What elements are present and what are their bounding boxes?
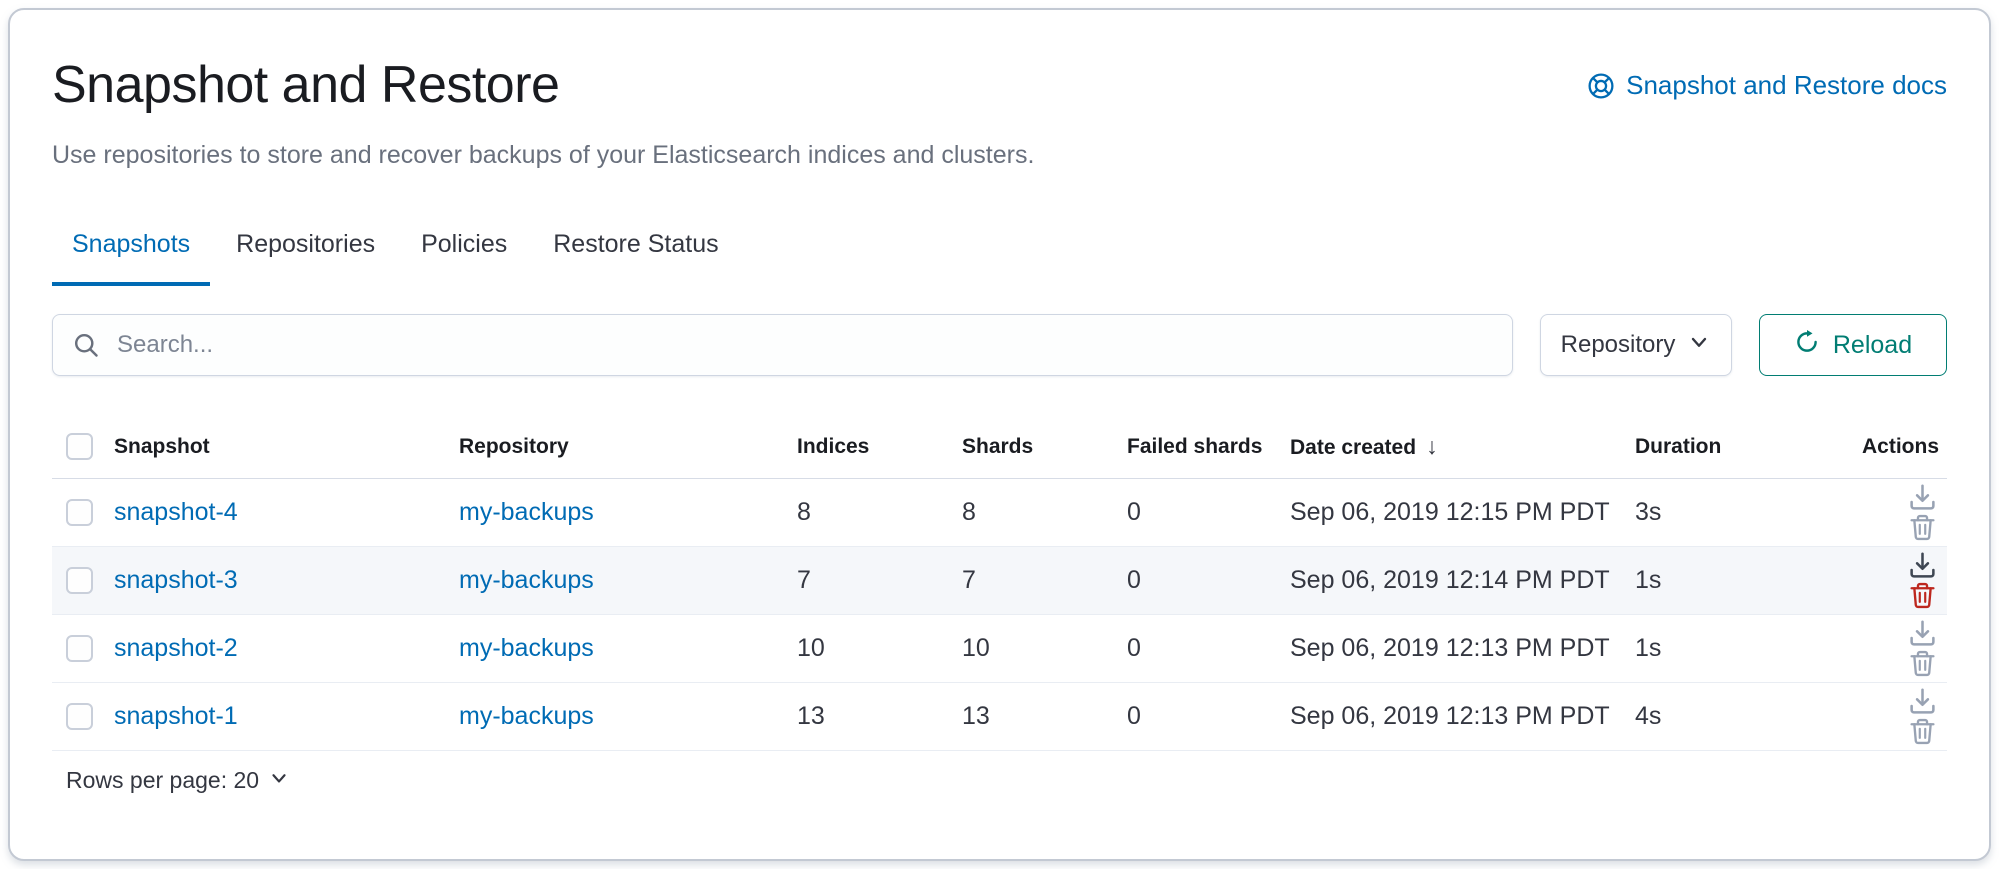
date-created-cell: Sep 06, 2019 12:15 PM PDT: [1282, 478, 1627, 546]
indices-cell: 8: [789, 478, 954, 546]
delete-snapshot-button[interactable]: [1908, 513, 1937, 542]
download-icon: [1908, 687, 1937, 716]
date-created-cell: Sep 06, 2019 12:13 PM PDT: [1282, 614, 1627, 682]
download-icon: [1908, 483, 1937, 512]
indices-cell: 13: [789, 682, 954, 750]
column-header-actions: Actions: [1854, 416, 1947, 478]
trash-icon: [1908, 513, 1937, 542]
docs-link[interactable]: Snapshot and Restore docs: [1587, 70, 1947, 101]
shards-cell: 8: [954, 478, 1119, 546]
snapshot-link[interactable]: snapshot-2: [114, 634, 238, 662]
delete-snapshot-button[interactable]: [1908, 649, 1937, 678]
snapshot-restore-panel: Snapshot and Restore Snapshot and Restor…: [8, 8, 1991, 861]
tab-policies[interactable]: Policies: [401, 229, 527, 286]
repository-link[interactable]: my-backups: [459, 702, 594, 730]
download-icon: [1908, 619, 1937, 648]
column-header-date-created[interactable]: Date created ↓: [1282, 416, 1627, 478]
rows-per-page-button[interactable]: Rows per page: 20: [66, 767, 290, 795]
reload-button[interactable]: Reload: [1759, 314, 1947, 376]
date-created-cell: Sep 06, 2019 12:13 PM PDT: [1282, 682, 1627, 750]
download-icon: [1908, 551, 1937, 580]
table-header-row: Snapshot Repository Indices Shards Faile…: [52, 416, 1947, 478]
table-row: snapshot-2 my-backups 10 10 0 Sep 06, 20…: [52, 614, 1947, 682]
trash-icon: [1908, 649, 1937, 678]
row-checkbox[interactable]: [66, 703, 93, 730]
column-header-snapshot: Snapshot: [106, 416, 451, 478]
page-header: Snapshot and Restore Snapshot and Restor…: [52, 56, 1947, 116]
duration-cell: 3s: [1627, 478, 1854, 546]
repository-link[interactable]: my-backups: [459, 634, 594, 662]
column-header-failed-shards: Failed shards: [1119, 416, 1282, 478]
restore-snapshot-button[interactable]: [1908, 551, 1937, 580]
failed-shards-cell: 0: [1119, 478, 1282, 546]
table-row: snapshot-1 my-backups 13 13 0 Sep 06, 20…: [52, 682, 1947, 750]
refresh-icon: [1794, 329, 1820, 362]
repository-filter-label: Repository: [1561, 331, 1676, 359]
shards-cell: 10: [954, 614, 1119, 682]
snapshot-link[interactable]: snapshot-3: [114, 566, 238, 594]
indices-cell: 7: [789, 546, 954, 614]
repository-link[interactable]: my-backups: [459, 498, 594, 526]
duration-cell: 1s: [1627, 614, 1854, 682]
trash-icon: [1908, 717, 1937, 746]
tab-restore-status[interactable]: Restore Status: [533, 229, 738, 286]
repository-filter-button[interactable]: Repository: [1540, 314, 1732, 376]
chevron-down-icon: [268, 767, 290, 795]
page-title: Snapshot and Restore: [52, 56, 559, 116]
row-checkbox[interactable]: [66, 635, 93, 662]
failed-shards-cell: 0: [1119, 546, 1282, 614]
table-row: snapshot-4 my-backups 8 8 0 Sep 06, 2019…: [52, 478, 1947, 546]
chevron-down-icon: [1687, 330, 1711, 361]
rows-per-page-label: Rows per page: 20: [66, 767, 259, 794]
tab-bar: Snapshots Repositories Policies Restore …: [52, 229, 1947, 286]
snapshot-link[interactable]: snapshot-1: [114, 702, 238, 730]
search-box: [52, 314, 1513, 376]
trash-icon: [1908, 581, 1937, 610]
search-input[interactable]: [52, 314, 1513, 376]
failed-shards-cell: 0: [1119, 614, 1282, 682]
select-all-checkbox[interactable]: [66, 433, 93, 460]
duration-cell: 4s: [1627, 682, 1854, 750]
page-subtitle: Use repositories to store and recover ba…: [52, 138, 1947, 173]
tab-repositories[interactable]: Repositories: [216, 229, 395, 286]
snapshot-link[interactable]: snapshot-4: [114, 498, 238, 526]
restore-snapshot-button[interactable]: [1908, 687, 1937, 716]
table-row: snapshot-3 my-backups 7 7 0 Sep 06, 2019…: [52, 546, 1947, 614]
column-header-duration: Duration: [1627, 416, 1854, 478]
docs-link-label: Snapshot and Restore docs: [1626, 70, 1947, 101]
restore-snapshot-button[interactable]: [1908, 483, 1937, 512]
row-checkbox[interactable]: [66, 567, 93, 594]
shards-cell: 7: [954, 546, 1119, 614]
column-header-indices: Indices: [789, 416, 954, 478]
shards-cell: 13: [954, 682, 1119, 750]
restore-snapshot-button[interactable]: [1908, 619, 1937, 648]
toolbar: Repository Reload: [52, 314, 1947, 376]
repository-link[interactable]: my-backups: [459, 566, 594, 594]
column-header-shards: Shards: [954, 416, 1119, 478]
life-ring-icon: [1587, 72, 1615, 100]
table-footer: Rows per page: 20: [52, 767, 1947, 795]
search-icon: [72, 331, 100, 359]
delete-snapshot-button[interactable]: [1908, 581, 1937, 610]
snapshots-table: Snapshot Repository Indices Shards Faile…: [52, 416, 1947, 751]
row-checkbox[interactable]: [66, 499, 93, 526]
sort-desc-icon: ↓: [1426, 433, 1438, 459]
tab-snapshots[interactable]: Snapshots: [52, 229, 210, 286]
failed-shards-cell: 0: [1119, 682, 1282, 750]
reload-label: Reload: [1833, 331, 1912, 360]
date-created-cell: Sep 06, 2019 12:14 PM PDT: [1282, 546, 1627, 614]
indices-cell: 10: [789, 614, 954, 682]
date-created-label: Date created: [1290, 436, 1416, 459]
column-header-repository: Repository: [451, 416, 789, 478]
duration-cell: 1s: [1627, 546, 1854, 614]
delete-snapshot-button[interactable]: [1908, 717, 1937, 746]
